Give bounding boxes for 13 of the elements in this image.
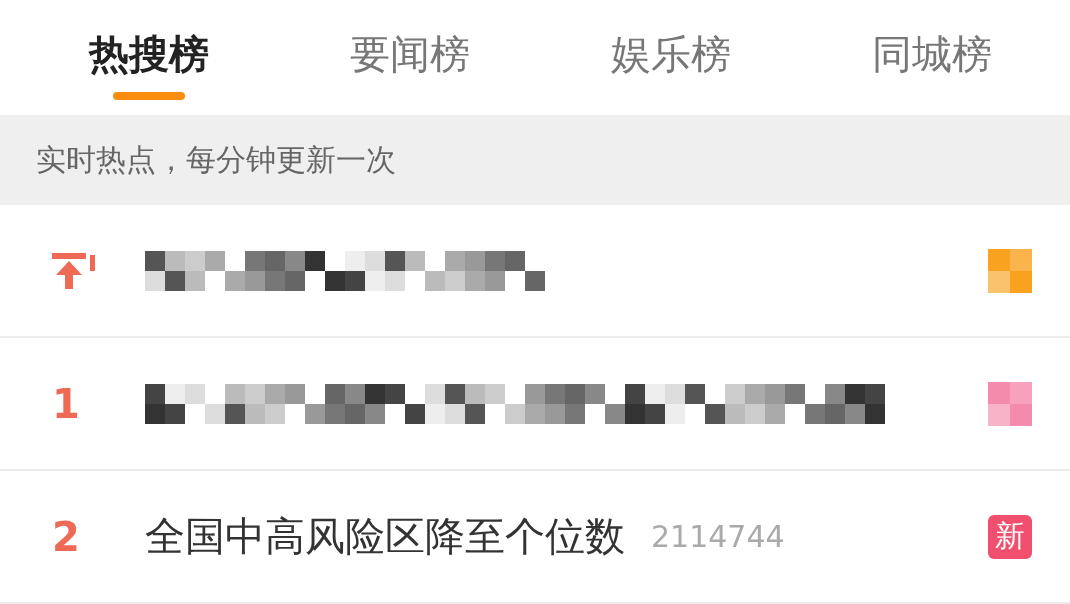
tab[interactable]: 要闻榜	[349, 30, 470, 78]
rank-number: 2	[52, 513, 80, 560]
heat-count: 2114744	[651, 519, 785, 554]
new-badge: 新	[988, 514, 1032, 559]
tab[interactable]: 同城榜	[871, 30, 992, 78]
tab[interactable]: 娱乐榜	[610, 30, 731, 78]
rank-number: 1	[52, 380, 80, 427]
hot-search-item[interactable]: 1	[0, 338, 1070, 471]
pin-top-icon	[52, 250, 98, 291]
topic-title: 全国中高风险区降至个位数	[145, 512, 625, 561]
update-notice: 实时热点，每分钟更新一次	[0, 115, 1070, 205]
tab[interactable]: 热搜榜	[88, 30, 209, 78]
hot-search-item[interactable]: 2 全国中高风险区降至个位数 2114744 新	[0, 471, 1070, 604]
